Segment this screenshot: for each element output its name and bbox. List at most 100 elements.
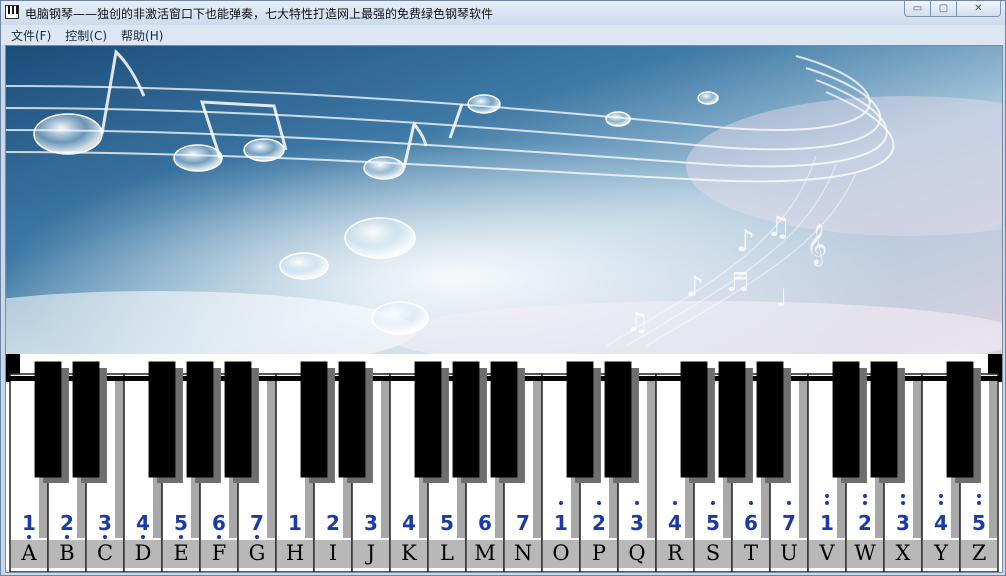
note-label-p: 2 — [592, 511, 606, 535]
low-octave-dot — [27, 535, 31, 539]
high-octave-dot — [711, 501, 715, 505]
svg-text:♪: ♪ — [686, 270, 704, 303]
black-key-0[interactable] — [34, 361, 69, 483]
note-label-m: 6 — [478, 511, 492, 535]
note-label-g: 7 — [250, 511, 264, 535]
note-label-x: 3 — [896, 511, 910, 535]
key-letter-c: C — [97, 541, 113, 565]
window-title: 电脑钢琴——独创的非激活窗口下也能弹奏，七大特性打造网上最强的免费绿色钢琴软件 — [25, 7, 494, 21]
low-octave-dot — [255, 535, 259, 539]
key-letter-n: N — [514, 541, 532, 565]
high-octave-dot — [825, 494, 829, 498]
note-label-n: 7 — [516, 511, 530, 535]
key-letter-x: X — [896, 541, 911, 565]
black-key-4[interactable] — [224, 361, 259, 483]
low-octave-dot — [141, 535, 145, 539]
black-key-15[interactable] — [832, 361, 867, 483]
key-letter-t: T — [744, 541, 758, 565]
black-key-8[interactable] — [452, 361, 487, 483]
key-letter-f: F — [212, 541, 227, 565]
note-label-c: 3 — [98, 511, 112, 535]
svg-text:𝄞: 𝄞 — [806, 223, 827, 266]
black-key-13[interactable] — [718, 361, 753, 483]
key-letter-v: V — [818, 541, 835, 565]
piano-window: 电脑钢琴——独创的非激活窗口下也能弹奏，七大特性打造网上最强的免费绿色钢琴软件 … — [0, 0, 1006, 576]
key-letter-m: M — [474, 541, 496, 565]
black-key-12[interactable] — [680, 361, 715, 483]
note-label-i: 2 — [326, 511, 340, 535]
close-button[interactable]: ✕ — [957, 1, 1001, 17]
note-label-y: 4 — [934, 511, 948, 535]
minimize-button[interactable]: ▭ — [904, 1, 931, 17]
black-key-14[interactable] — [756, 361, 791, 483]
menu-file[interactable]: 文件(F) — [11, 27, 51, 44]
note-label-z: 5 — [972, 511, 986, 535]
note-label-e: 5 — [174, 511, 188, 535]
maximize-icon: ▢ — [938, 3, 949, 14]
key-letter-u: U — [780, 541, 798, 565]
note-label-b: 2 — [60, 511, 74, 535]
low-octave-dot — [65, 535, 69, 539]
client-area: ♪ ♫ 𝄞 ♬ ♪ ♩ ♫ 1A2B3C4D5E6F7G1H2I3J4K5L6M… — [5, 45, 1003, 573]
key-letter-d: D — [135, 541, 152, 565]
black-key-2[interactable] — [148, 361, 183, 483]
high-octave-dot — [901, 501, 905, 505]
black-key-5[interactable] — [300, 361, 335, 483]
menu-control[interactable]: 控制(C) — [65, 27, 107, 44]
note-label-l: 5 — [440, 511, 454, 535]
key-letter-y: Y — [933, 541, 949, 565]
piano-app-icon[interactable] — [5, 5, 19, 19]
note-label-r: 4 — [668, 511, 682, 535]
background-image: ♪ ♫ 𝄞 ♬ ♪ ♩ ♫ — [6, 46, 1002, 354]
menu-help[interactable]: 帮助(H) — [121, 27, 163, 44]
note-label-j: 3 — [364, 511, 378, 535]
key-letter-r: R — [667, 541, 684, 565]
key-letter-g: G — [249, 541, 266, 565]
note-label-w: 2 — [858, 511, 872, 535]
key-letter-o: O — [552, 541, 569, 565]
high-octave-dot — [787, 501, 791, 505]
piano-keyboard: 1A2B3C4D5E6F7G1H2I3J4K5L6M7N1O2P3Q4R5S6T… — [6, 354, 1002, 572]
high-octave-dot — [673, 501, 677, 505]
black-key-3[interactable] — [186, 361, 221, 483]
high-octave-dot — [825, 501, 829, 505]
key-letter-h: H — [286, 541, 304, 565]
note-label-h: 1 — [288, 511, 302, 535]
maximize-button[interactable]: ▢ — [931, 1, 957, 17]
key-letter-z: Z — [972, 541, 987, 565]
note-label-o: 1 — [554, 511, 568, 535]
black-key-11[interactable] — [604, 361, 639, 483]
high-octave-dot — [559, 501, 563, 505]
key-letter-l: L — [440, 541, 454, 565]
note-label-q: 3 — [630, 511, 644, 535]
black-key-1[interactable] — [72, 361, 107, 483]
key-letter-w: W — [854, 541, 876, 565]
note-label-u: 7 — [782, 511, 796, 535]
high-octave-dot — [863, 501, 867, 505]
high-octave-dot — [939, 501, 943, 505]
black-key-16[interactable] — [870, 361, 905, 483]
black-key-7[interactable] — [414, 361, 449, 483]
high-octave-dot — [635, 501, 639, 505]
title-bar[interactable]: 电脑钢琴——独创的非激活窗口下也能弹奏，七大特性打造网上最强的免费绿色钢琴软件 … — [1, 1, 1005, 25]
note-label-a: 1 — [22, 511, 36, 535]
key-letter-j: J — [365, 541, 375, 565]
svg-text:♩: ♩ — [776, 284, 787, 312]
note-label-v: 1 — [820, 511, 834, 535]
key-letter-b: B — [59, 541, 74, 565]
key-letter-e: E — [173, 541, 188, 565]
high-octave-dot — [597, 501, 601, 505]
high-octave-dot — [977, 501, 981, 505]
key-letter-a: A — [20, 541, 37, 565]
high-octave-dot — [901, 494, 905, 498]
black-key-10[interactable] — [566, 361, 601, 483]
black-key-6[interactable] — [338, 361, 373, 483]
key-letter-k: K — [401, 541, 417, 565]
keyboard-svg: 1A2B3C4D5E6F7G1H2I3J4K5L6M7N1O2P3Q4R5S6T… — [6, 354, 1002, 572]
note-label-k: 4 — [402, 511, 416, 535]
black-key-9[interactable] — [490, 361, 525, 483]
high-octave-dot — [977, 494, 981, 498]
sky-music-artwork: ♪ ♫ 𝄞 ♬ ♪ ♩ ♫ — [6, 46, 1002, 354]
black-key-17[interactable] — [946, 361, 981, 483]
low-octave-dot — [179, 535, 183, 539]
